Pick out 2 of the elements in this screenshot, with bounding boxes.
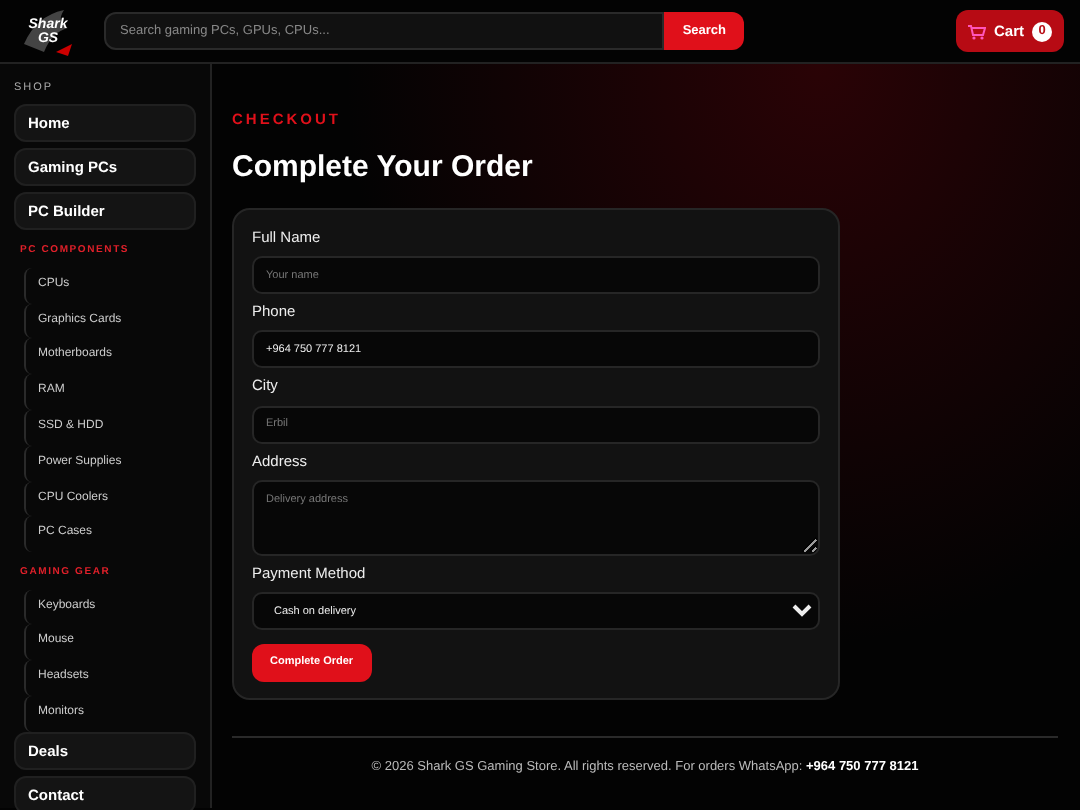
cart-icon: [967, 23, 986, 39]
page-title: Complete Your Order: [232, 148, 535, 189]
